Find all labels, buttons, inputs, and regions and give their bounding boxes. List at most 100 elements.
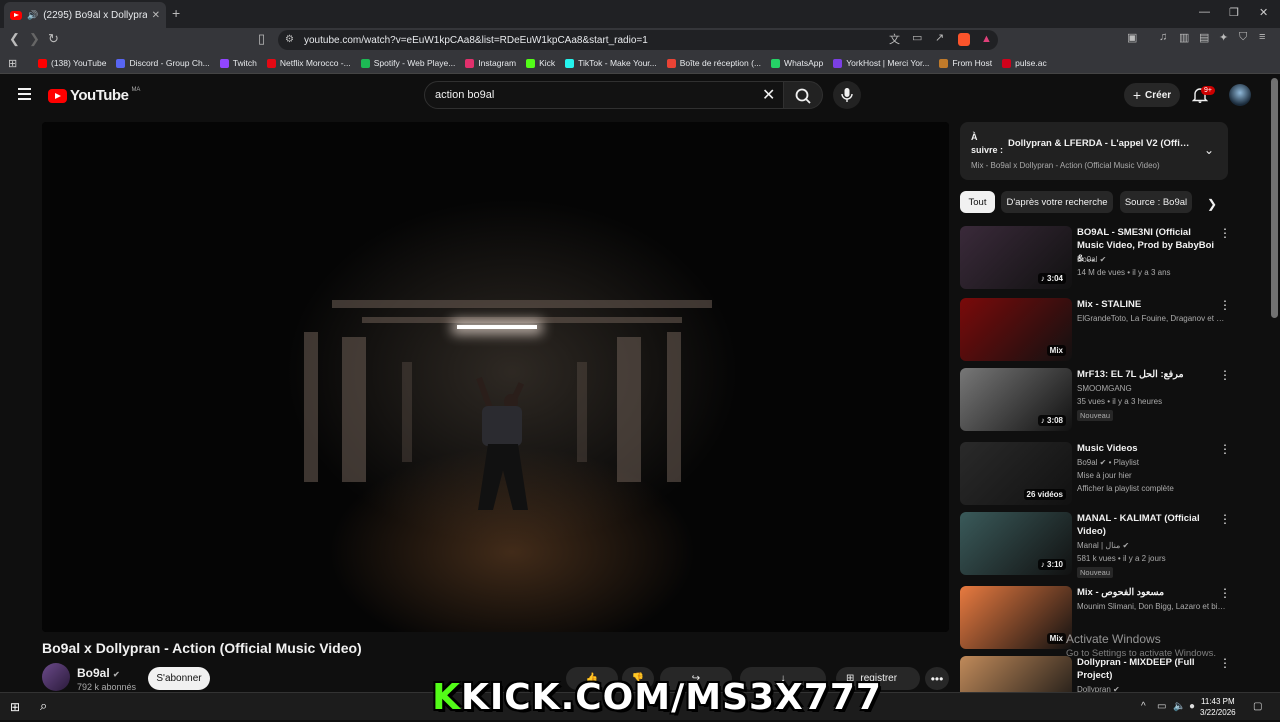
maximize-icon[interactable]: ❐	[1229, 6, 1239, 19]
more-options-icon[interactable]: ⋮	[1219, 442, 1231, 456]
more-options-icon[interactable]: ⋮	[1219, 298, 1231, 312]
video-player[interactable]	[42, 122, 949, 632]
forward-icon[interactable]: ❯	[29, 31, 40, 47]
new-badge: Nouveau	[1077, 410, 1114, 421]
reading-list-icon[interactable]: ▥	[1179, 31, 1189, 44]
bookmark-item[interactable]: YorkHost | Merci Yor...	[833, 58, 929, 68]
speaker-icon[interactable]: 🔊	[27, 10, 38, 21]
voice-search-button[interactable]	[833, 81, 861, 109]
channel-name[interactable]: Bo9al ✔	[77, 666, 120, 680]
chip-all[interactable]: Tout	[960, 191, 995, 213]
bookmark-label: From Host	[952, 58, 993, 68]
video-thumbnail[interactable]: ♪ 3:04	[960, 226, 1072, 289]
more-options-icon[interactable]: ⋮	[1219, 512, 1231, 526]
bookmark-favicon-icon	[38, 58, 47, 68]
recommendation-item[interactable]: 26 vidéos Music Videos Bo9al ✔ • Playlist M…	[960, 442, 1231, 508]
bookmark-item[interactable]: From Host	[939, 58, 992, 68]
taskbar-search-icon[interactable]: ⌕	[40, 698, 47, 714]
video-thumbnail[interactable]: Mix	[960, 586, 1072, 649]
more-options-icon[interactable]: ⋮	[1219, 586, 1231, 600]
bookmark-item[interactable]: WhatsApp	[771, 58, 823, 68]
youtube-logo[interactable]: YouTube MA	[48, 87, 140, 104]
recommendation-title[interactable]: MrF13: EL 7L مرفع: الحل	[1077, 368, 1217, 381]
new-tab-button[interactable]: +	[172, 5, 180, 21]
bookmark-item[interactable]: Netflix Morocco -...	[266, 58, 351, 68]
video-thumbnail[interactable]: Mix	[960, 298, 1072, 361]
recommendation-title[interactable]: Mix - STALINE	[1077, 298, 1217, 311]
subscribe-button[interactable]: S'abonner	[148, 667, 210, 690]
translate-icon[interactable]: 文	[889, 31, 900, 47]
bookmark-item[interactable]: Twitch	[219, 58, 257, 68]
recommendation-title[interactable]: Music Videos	[1077, 442, 1217, 455]
bookmark-item[interactable]: pulse.ac	[1002, 58, 1047, 68]
taskbar-clock[interactable]: 11:43 PM 3/22/2026	[1200, 696, 1236, 718]
reload-icon[interactable]: ↻	[48, 31, 59, 47]
chip-source[interactable]: Source : Bo9al	[1120, 191, 1192, 213]
bookmark-item[interactable]: Discord - Group Ch...	[116, 58, 210, 68]
apps-grid-icon[interactable]: ⊞	[8, 57, 17, 70]
video-thumbnail[interactable]: 26 vidéos	[960, 442, 1072, 505]
bookmark-item[interactable]: Boîte de réception (...	[666, 58, 761, 68]
notification-badge: 9+	[1201, 86, 1215, 95]
more-options-icon[interactable]: ⋮	[1219, 656, 1231, 670]
share-icon[interactable]: ↗	[935, 31, 944, 44]
bookmark-favicon-icon	[771, 58, 781, 68]
microphone-tray-icon[interactable]: ●	[1189, 701, 1195, 712]
more-options-icon[interactable]: ⋮	[1219, 368, 1231, 382]
recommendation-item[interactable]: ♪ 3:04 BO9AL - SME3NI (Official Music Vid…	[960, 226, 1231, 292]
brave-shield-icon[interactable]	[958, 33, 970, 46]
bookmark-item[interactable]: (138) YouTube	[38, 58, 106, 68]
recommendation-item[interactable]: ♪ 3:10 MANAL - KALIMAT (Official Video) Ma…	[960, 512, 1231, 578]
minimize-icon[interactable]: —	[1199, 6, 1210, 18]
notification-center-icon[interactable]: ▢	[1253, 701, 1262, 712]
clear-search-icon[interactable]: ✕	[762, 85, 775, 105]
bookmark-item[interactable]: Kick	[526, 58, 555, 68]
back-icon[interactable]: ❮	[9, 31, 20, 47]
chip-from-search[interactable]: D'après votre recherche	[1001, 191, 1113, 213]
recommendation-item[interactable]: ♪ 3:08 MrF13: EL 7L مرفع: الحل SMOOMGANG 35…	[960, 368, 1231, 434]
recommendation-title[interactable]: Dollypran - MIXDEEP (Full Project)	[1077, 656, 1217, 682]
video-thumbnail[interactable]: ♪ 3:08	[960, 368, 1072, 431]
more-actions-button[interactable]: •••	[925, 667, 949, 690]
chevron-right-icon[interactable]: ❯	[1207, 197, 1217, 211]
recommendation-item[interactable]: Mix Mix - STALINE ElGrandeToto, La Fouine,…	[960, 298, 1231, 364]
up-next-title: Dollypran & LFERDA - L'appel V2 (Officia…	[1008, 138, 1193, 149]
search-button[interactable]	[783, 81, 823, 109]
page-scrollbar[interactable]	[1271, 78, 1278, 318]
site-info-icon[interactable]: ⚙	[285, 34, 294, 45]
chevron-down-icon[interactable]: ⌄	[1204, 143, 1214, 157]
bookmark-item[interactable]: TikTok - Make Your...	[565, 58, 657, 68]
browser-tab-active[interactable]: 🔊 (2295) Bo9al x Dollypran - Ac ✕	[4, 2, 166, 28]
channel-avatar[interactable]	[42, 663, 70, 691]
bookmark-item[interactable]: Spotify - Web Playe...	[360, 58, 455, 68]
account-avatar[interactable]	[1229, 84, 1251, 106]
close-window-icon[interactable]: ✕	[1259, 6, 1268, 19]
cast-icon[interactable]: ▭	[912, 31, 922, 44]
menu-icon[interactable]: ≡	[1259, 31, 1265, 43]
leo-ai-icon[interactable]: ✦	[1219, 31, 1228, 44]
recommendation-title[interactable]: Mix - مسعود الفحوص	[1077, 586, 1217, 599]
bookmark-favicon-icon	[266, 58, 276, 68]
sidebar-toggle-icon[interactable]: ▣	[1127, 31, 1137, 44]
more-options-icon[interactable]: ⋮	[1219, 226, 1231, 240]
bookmark-label: Kick	[539, 58, 556, 68]
bookmark-icon[interactable]: ▯	[258, 31, 265, 47]
volume-icon[interactable]: 🔈	[1173, 701, 1185, 712]
video-thumbnail[interactable]: ♪ 3:10	[960, 512, 1072, 575]
wallet-icon[interactable]: ▤	[1199, 31, 1209, 44]
recommendation-meta: SMOOMGANG	[1077, 384, 1132, 393]
windows-start-icon[interactable]: ⊞	[10, 700, 20, 714]
recommendation-title[interactable]: MANAL - KALIMAT (Official Video)	[1077, 512, 1217, 538]
hamburger-menu-icon[interactable]	[18, 88, 31, 103]
brave-rewards-icon[interactable]: ▲	[981, 33, 992, 45]
close-tab-icon[interactable]: ✕	[152, 10, 160, 21]
tray-chevron-icon[interactable]: ^	[1141, 701, 1146, 712]
create-button[interactable]: + Créer	[1124, 83, 1180, 107]
vpn-shield-icon[interactable]: ⛉	[1239, 31, 1247, 44]
bookmark-item[interactable]: Instagram	[465, 58, 516, 68]
search-input[interactable]: action bo9al	[424, 81, 784, 109]
up-next-label: À suivre :	[971, 132, 1004, 155]
bookmark-favicon-icon	[565, 58, 575, 68]
music-icon[interactable]: ♫	[1159, 31, 1167, 43]
network-icon[interactable]: ▭	[1157, 701, 1166, 712]
